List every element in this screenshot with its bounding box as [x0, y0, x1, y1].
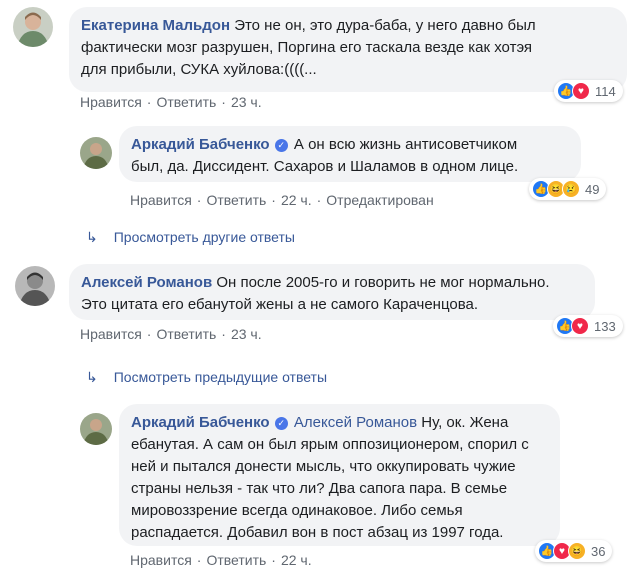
timestamp[interactable]: 23 ч. — [231, 94, 262, 110]
comment-text: ебанутая. А сам он был ярым оппозиционер… — [131, 436, 529, 453]
reaction-summary[interactable]: 👍 ♥ 114 — [554, 80, 623, 102]
like-link[interactable]: Нравится — [130, 192, 192, 208]
reaction-summary[interactable]: 👍 😆 😢 49 — [529, 178, 607, 200]
comment-text: Это цитата его ебанутой жены а не самого… — [81, 296, 479, 313]
avatar-arkady[interactable] — [80, 137, 112, 169]
love-reaction-icon: ♥ — [572, 82, 590, 100]
reaction-summary[interactable]: 👍 ♥ 😆 36 — [535, 540, 613, 562]
comment-text: ней и пытался донести мысль, что оккупир… — [131, 458, 516, 475]
timestamp[interactable]: 23 ч. — [231, 326, 262, 342]
like-link[interactable]: Нравится — [80, 94, 142, 110]
avatar-ekaterina[interactable] — [13, 7, 53, 47]
avatar-arkady[interactable] — [80, 413, 112, 445]
like-link[interactable]: Нравится — [130, 552, 192, 568]
haha-reaction-icon: 😆 — [568, 542, 586, 560]
reply-link[interactable]: Ответить — [156, 94, 216, 110]
comment-author[interactable]: Аркадий Бабченко — [131, 136, 270, 153]
love-reaction-icon: ♥ — [571, 317, 589, 335]
view-previous-replies-link[interactable]: ↳ Посмотреть предыдущие ответы — [86, 369, 327, 386]
reply-arrow-icon: ↳ — [86, 229, 98, 245]
comment-bubble: Алексей Романов Он после 2005-го и говор… — [69, 264, 595, 320]
sad-reaction-icon: 😢 — [562, 180, 580, 198]
edited-label[interactable]: Отредактирован — [326, 192, 433, 208]
view-other-replies-label: Просмотреть другие ответы — [113, 229, 295, 245]
comment-bubble: Екатерина Мальдон Это не он, это дура-ба… — [69, 7, 627, 92]
timestamp[interactable]: 22 ч. — [281, 192, 312, 208]
reply-link[interactable]: Ответить — [206, 192, 266, 208]
like-link[interactable]: Нравится — [80, 326, 142, 342]
reaction-summary[interactable]: 👍 ♥ 133 — [553, 315, 623, 337]
reaction-count: 114 — [595, 83, 616, 99]
reply-bubble: Аркадий Бабченко ✓ А он всю жизнь антисо… — [119, 126, 581, 182]
comment-text: страны нельзя - так что ли? Два сапога п… — [131, 480, 508, 497]
comment-text: распадается. Добавил вон в пост абзац из… — [131, 524, 504, 541]
comment-text: А он всю жизнь антисоветчиком — [293, 136, 518, 153]
verified-badge-icon: ✓ — [274, 417, 288, 430]
verified-badge-icon: ✓ — [274, 139, 288, 152]
comment-author[interactable]: Алексей Романов — [81, 274, 212, 291]
reply-bubble: Аркадий Бабченко ✓ Алексей Романов Ну, о… — [119, 404, 560, 546]
comment-author[interactable]: Аркадий Бабченко — [131, 414, 270, 431]
reply-link[interactable]: Ответить — [156, 326, 216, 342]
view-other-replies-link[interactable]: ↳ Просмотреть другие ответы — [86, 229, 295, 246]
comment-text: фактически мозг разрушен, Поргина его та… — [81, 39, 533, 56]
comment-actions: Нравится · Ответить · 23 ч. — [80, 94, 262, 110]
avatar-aleksey[interactable] — [15, 266, 55, 306]
comment-text: для прибыли, СУКА хуйлова:((((... — [81, 61, 317, 78]
comment-text: мировоззрение всегда одинаковое. Либо се… — [131, 502, 463, 519]
view-previous-replies-label: Посмотреть предыдущие ответы — [113, 369, 328, 385]
reaction-count: 36 — [591, 543, 606, 559]
reaction-count: 133 — [594, 318, 616, 334]
comment-text: Ну, ок. Жена — [421, 414, 509, 431]
comment-actions: Нравится · Ответить · 22 ч. · Отредактирован — [130, 192, 434, 208]
comment-text: Он после 2005-го и говорить не мог норма… — [216, 274, 550, 291]
reaction-count: 49 — [585, 181, 600, 197]
comment-actions: Нравится · Ответить · 23 ч. — [80, 326, 262, 342]
comment-actions: Нравится · Ответить · 22 ч. — [130, 552, 312, 568]
reply-link[interactable]: Ответить — [206, 552, 266, 568]
mention-link[interactable]: Алексей Романов — [294, 414, 417, 431]
reply-arrow-icon: ↳ — [86, 369, 98, 385]
comment-author[interactable]: Екатерина Мальдон — [81, 17, 230, 34]
timestamp[interactable]: 22 ч. — [281, 552, 312, 568]
comment-text: Это не он, это дура-баба, у него давно б… — [234, 17, 536, 34]
comment-text: был, да. Диссидент. Сахаров и Шаламов в … — [131, 158, 519, 175]
